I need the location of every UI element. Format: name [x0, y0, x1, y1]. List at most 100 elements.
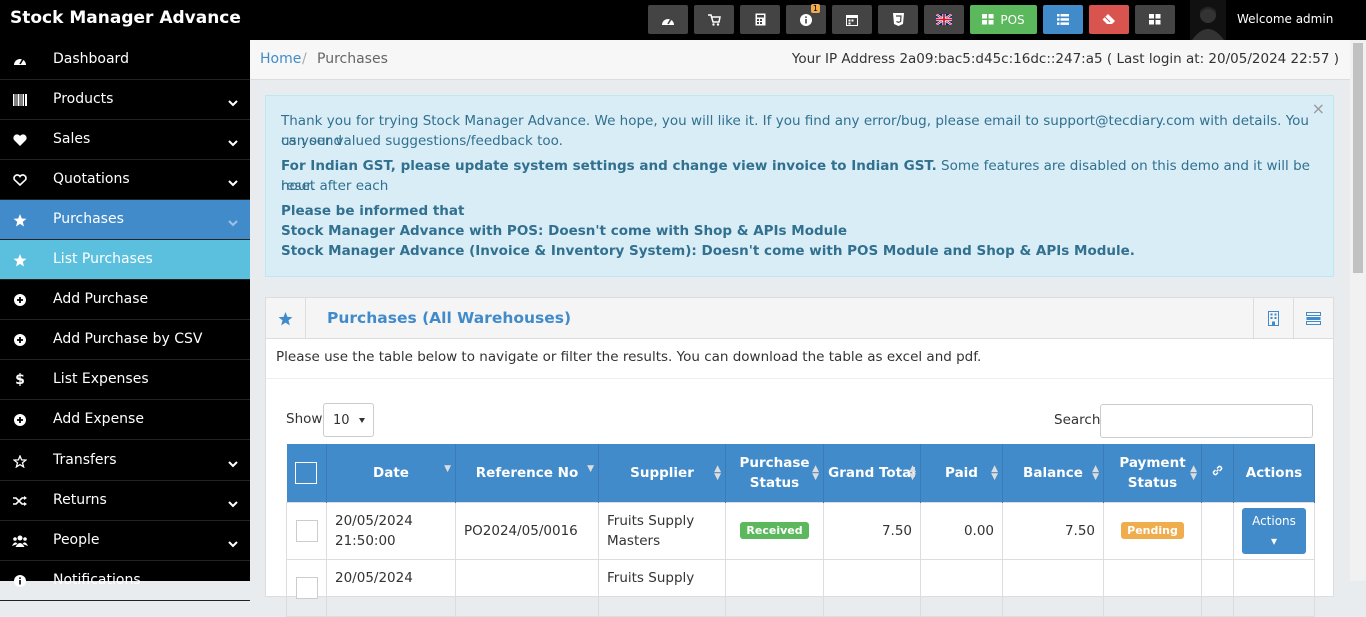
search-input[interactable] — [1100, 404, 1313, 438]
sidebar-item-transfers[interactable]: Transfers — [0, 441, 250, 481]
star-icon — [266, 298, 306, 339]
users-icon — [12, 533, 28, 549]
chevron-down-icon — [228, 175, 238, 191]
col-payment-status[interactable]: Payment Status ▲ ▼ — [1103, 444, 1202, 502]
warehouse-filter-button[interactable] — [1253, 298, 1293, 339]
cell-payment-status — [1103, 558, 1202, 617]
sidebar-item-products[interactable]: Products — [0, 80, 250, 120]
cell-grand-total: 7.50 — [823, 501, 921, 560]
col-paid[interactable]: Paid ▲ ▼ — [920, 444, 1003, 502]
table-row[interactable]: 20/05/2024 Fruits Supply — [286, 558, 1315, 617]
eraser-icon — [1102, 14, 1115, 24]
panel-intro-text: Please use the table below to navigate o… — [276, 349, 982, 365]
alert-gst-line2: hour. — [281, 178, 315, 194]
sort-both-icon: ▲ ▼ — [812, 464, 819, 482]
row-checkbox[interactable] — [295, 576, 318, 599]
cell-reference — [455, 558, 599, 617]
col-purchase-status-label-1: Purchase — [739, 454, 810, 471]
alert-text-line2: us your valued suggestions/feedback too. — [281, 133, 563, 149]
row-checkbox[interactable] — [295, 519, 318, 542]
user-avatar[interactable] — [1190, 0, 1226, 40]
list-icon — [1057, 14, 1069, 25]
brand-title[interactable]: Stock Manager Advance — [10, 8, 241, 28]
alert-info-invoice: Stock Manager Advance (Invoice & Invento… — [281, 243, 1135, 259]
sidebar-item-label: Add Purchase by CSV — [53, 331, 203, 347]
sidebar-item-dashboard[interactable]: Dashboard — [0, 40, 250, 80]
calculator-icon — [755, 13, 765, 26]
chevron-down-icon — [228, 496, 238, 512]
cell-purchase-status — [725, 558, 824, 617]
sidebar-item-quotations[interactable]: Quotations — [0, 160, 250, 200]
th-large-icon — [982, 14, 994, 25]
info-button[interactable]: 1 — [786, 4, 826, 34]
select-all-checkbox[interactable] — [295, 461, 318, 484]
styles-button[interactable] — [878, 5, 918, 34]
sort-desc-icon: ▼ — [444, 464, 451, 474]
col-supplier[interactable]: Supplier ▲ ▼ — [598, 444, 726, 502]
page-scrollbar[interactable] — [1350, 40, 1366, 581]
cell-date: 20/05/2024 — [326, 558, 456, 617]
sidebar-item-label: Purchases — [53, 211, 124, 227]
sidebar-item-list-expenses[interactable]: $ List Expenses — [0, 360, 250, 400]
col-reference[interactable]: Reference No ▼ — [455, 444, 599, 502]
cell-paid: 0.00 — [920, 501, 1003, 560]
sidebar-item-purchases[interactable]: Purchases — [0, 200, 250, 240]
actions-dropdown-button[interactable]: Actions ▾ — [1242, 507, 1306, 554]
user-avatar-icon — [1190, 0, 1226, 40]
shortcuts-button[interactable] — [1135, 5, 1175, 34]
sidebar-item-add-purchase[interactable]: Add Purchase — [0, 280, 250, 320]
divider — [266, 378, 1333, 379]
sidebar-item-people[interactable]: People — [0, 521, 250, 561]
uk-flag-icon — [936, 14, 952, 25]
breadcrumb-home-link[interactable]: Home — [260, 51, 301, 67]
sort-desc-icon: ▼ — [587, 464, 594, 474]
breadcrumb: Home / Purchases Your IP Address 2a09:ba… — [250, 40, 1350, 80]
col-payment-status-label-1: Payment — [1119, 454, 1186, 471]
list-alerts-button[interactable] — [1043, 5, 1083, 34]
building-icon — [1268, 311, 1279, 326]
table-row[interactable]: 20/05/2024 21:50:00 PO2024/05/0016 Fruits… — [286, 501, 1315, 560]
barcode-icon — [12, 92, 28, 108]
cell-supplier: Fruits Supply Masters — [598, 501, 726, 560]
cell-supplier: Fruits Supply — [598, 558, 726, 617]
css3-icon — [892, 13, 904, 26]
sidebar-item-sales[interactable]: Sales — [0, 120, 250, 160]
alert-info-heading: Please be informed that — [281, 203, 465, 219]
col-balance[interactable]: Balance ▲ ▼ — [1002, 444, 1104, 502]
chevron-down-icon — [228, 135, 238, 151]
col-attachment — [1201, 444, 1234, 502]
welcome-text[interactable]: Welcome admin — [1237, 12, 1333, 26]
panel-menu-button[interactable] — [1293, 298, 1333, 339]
plus-circle-icon — [12, 332, 28, 348]
col-date[interactable]: Date ▼ — [326, 444, 456, 502]
sidebar-item-notifications[interactable]: Notifications — [0, 561, 250, 601]
star-icon — [12, 212, 28, 228]
dollar-icon: $ — [15, 372, 25, 388]
cart-button[interactable] — [694, 5, 734, 34]
language-button[interactable] — [924, 5, 964, 34]
star-icon — [12, 252, 28, 268]
sidebar-item-add-purchase-csv[interactable]: Add Purchase by CSV — [0, 320, 250, 360]
calendar-button[interactable] — [832, 5, 872, 34]
sidebar-item-list-purchases[interactable]: List Purchases — [0, 240, 250, 280]
status-badge: Received — [740, 522, 809, 539]
pos-button[interactable]: POS — [970, 5, 1037, 34]
sort-both-icon: ▲ ▼ — [1092, 464, 1099, 482]
dashboard-button[interactable] — [648, 5, 688, 34]
sidebar-item-label: List Purchases — [53, 251, 153, 267]
col-grand-total[interactable]: Grand Total ▲ ▼ — [823, 444, 921, 502]
sidebar-item-returns[interactable]: Returns — [0, 481, 250, 521]
clear-data-button[interactable] — [1089, 5, 1129, 34]
col-date-label: Date — [373, 464, 409, 481]
cell-actions: Actions ▾ — [1233, 501, 1315, 560]
cell-supplier-line1: Fruits Supply — [607, 512, 695, 529]
scrollbar-thumb[interactable] — [1353, 43, 1363, 273]
sidebar-item-add-expense[interactable]: Add Expense — [0, 400, 250, 440]
sidebar-item-label: Transfers — [53, 452, 117, 468]
col-purchase-status[interactable]: Purchase Status ▲ ▼ — [725, 444, 824, 502]
col-actions: Actions — [1233, 444, 1315, 502]
cell-date: 20/05/2024 21:50:00 — [326, 501, 456, 560]
show-entries-select[interactable]: 10 — [323, 403, 374, 437]
calculator-button[interactable] — [740, 5, 780, 34]
cell-balance — [1002, 558, 1104, 617]
